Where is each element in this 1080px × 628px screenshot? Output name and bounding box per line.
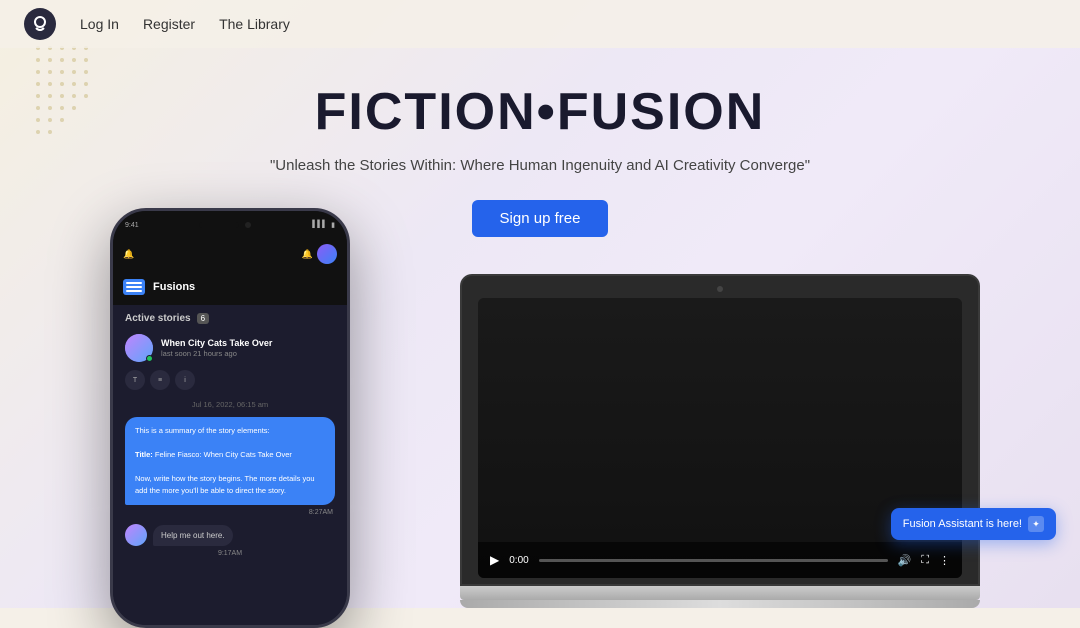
fusions-menu-icon (123, 279, 145, 295)
phone-frame: 9:41 ▌▌▌ ▮ 🔔 🔔 (110, 208, 350, 628)
time-display: 0:00 (509, 555, 528, 566)
phone-speaker (199, 222, 239, 228)
ai-message-time: 8:27AM (113, 509, 347, 520)
nav-links: Log In Register The Library (80, 16, 290, 32)
story-avatar (125, 334, 153, 362)
app-top-bar: 🔔 🔔 (113, 239, 347, 269)
fusions-title: Fusions (153, 281, 195, 293)
nav-login[interactable]: Log In (80, 16, 119, 32)
phone-time: 9:41 (125, 222, 139, 229)
phone-status-bar: 9:41 ▌▌▌ ▮ (113, 211, 347, 239)
story-actions: T ≡ i (113, 368, 347, 396)
fullscreen-icon[interactable]: ⛶ (921, 554, 929, 567)
phone-notch (199, 222, 251, 228)
laptop-mockup: ▶ 0:00 🔊 ⛶ ⋮ (360, 274, 1080, 608)
notification-icon: 🔔 (302, 249, 313, 260)
signal-icon: ▌▌▌ (312, 221, 327, 229)
active-stories-label: Active stories (125, 313, 191, 324)
phone-screen: 🔔 🔔 Fusions Active stories 6 (113, 239, 347, 625)
video-controls: ▶ 0:00 🔊 ⛶ ⋮ (478, 542, 962, 578)
fusion-badge-text: Fusion Assistant is here! (903, 518, 1022, 530)
active-stories-bar: Active stories 6 (113, 305, 347, 328)
progress-bar[interactable] (539, 559, 888, 562)
navigation: Log In Register The Library (0, 0, 1080, 48)
badge-icon-symbol: ✦ (1032, 519, 1040, 530)
story-name: When City Cats Take Over (161, 338, 335, 350)
nav-library[interactable]: The Library (219, 16, 290, 32)
logo[interactable] (24, 8, 56, 40)
action-btn-1[interactable]: T (125, 370, 145, 390)
video-area (478, 298, 962, 578)
online-status-dot (146, 355, 153, 362)
phone-camera (245, 222, 251, 228)
hero-subtitle: "Unleash the Stories Within: Where Human… (0, 155, 1080, 178)
active-count-badge: 6 (197, 313, 209, 324)
signup-button[interactable]: Sign up free (472, 200, 609, 237)
action-btn-2[interactable]: ≡ (150, 370, 170, 390)
laptop-screen: ▶ 0:00 🔊 ⛶ ⋮ (478, 298, 962, 578)
chat-date-divider: Jul 16, 2022, 06:15 am (113, 396, 347, 413)
laptop-base (460, 586, 980, 600)
phone-status-icons: ▌▌▌ ▮ (312, 221, 335, 229)
user-chat-bubble: Help me out here. (153, 525, 233, 546)
ai-bubble-text: This is a summary of the story elements:… (135, 426, 315, 495)
user-message-time: 9:17AM (113, 550, 347, 559)
action-btn-3[interactable]: i (175, 370, 195, 390)
text-icon: T (133, 377, 137, 384)
story-info: When City Cats Take Over last soon 21 ho… (161, 338, 335, 359)
user-chat-avatar (125, 524, 147, 546)
laptop-camera (717, 286, 723, 292)
user-avatar-top (317, 244, 337, 264)
play-icon[interactable]: ▶ (490, 553, 499, 567)
fusion-assistant-badge[interactable]: Fusion Assistant is here! ✦ (891, 508, 1056, 540)
laptop-stand (460, 600, 980, 608)
more-options-icon[interactable]: ⋮ (939, 554, 950, 567)
volume-icon[interactable]: 🔊 (898, 554, 912, 567)
bell-icon: 🔔 (123, 249, 134, 260)
phone-mockup: 9:41 ▌▌▌ ▮ 🔔 🔔 (110, 208, 350, 628)
laptop-frame: ▶ 0:00 🔊 ⛶ ⋮ (460, 274, 980, 608)
menu-icon-small: ≡ (158, 377, 162, 384)
fusion-badge-icon: ✦ (1028, 516, 1044, 532)
story-time: last soon 21 hours ago (161, 349, 335, 358)
user-message-row: Help me out here. (113, 520, 347, 550)
hero-title: FICTION•FUSION (0, 84, 1080, 141)
battery-icon: ▮ (331, 221, 335, 229)
info-icon: i (184, 377, 186, 384)
app-top-icons: 🔔 (302, 244, 337, 264)
ai-chat-bubble: This is a summary of the story elements:… (125, 417, 335, 505)
nav-register[interactable]: Register (143, 16, 195, 32)
fusions-header: Fusions (113, 269, 347, 305)
story-list-item[interactable]: When City Cats Take Over last soon 21 ho… (113, 328, 347, 368)
